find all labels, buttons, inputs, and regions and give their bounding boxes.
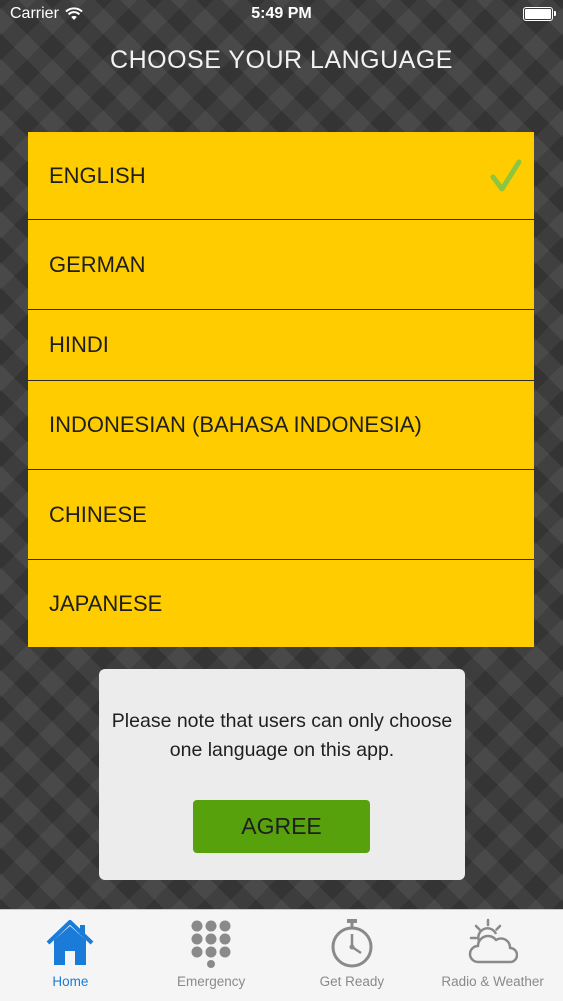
status-bar: Carrier 5:49 PM (0, 0, 563, 28)
language-item-japanese[interactable]: JAPANESE (28, 560, 534, 647)
tab-bar: Home Emergency Get Ready Radio & Weather (0, 909, 563, 1001)
language-list: ENGLISH GERMAN HINDI INDONESIAN (BAHASA … (28, 132, 534, 647)
dialog-message: Please note that users can only choose o… (111, 710, 453, 761)
tab-label: Home (52, 974, 89, 989)
status-time: 5:49 PM (251, 5, 312, 22)
wifi-icon (65, 7, 83, 20)
checkmark-icon (490, 159, 522, 191)
language-label: CHINESE (49, 501, 147, 527)
page-title: CHOOSE YOUR LANGUAGE (110, 46, 453, 74)
language-item-chinese[interactable]: CHINESE (28, 470, 534, 560)
language-item-german[interactable]: GERMAN (28, 220, 534, 310)
agree-button[interactable]: AGREE (193, 800, 370, 853)
keypad-icon (191, 920, 231, 968)
notice-dialog: Please note that users can only choose o… (99, 669, 465, 880)
language-label: INDONESIAN (BAHASA INDONESIA) (49, 412, 422, 437)
tab-get-ready[interactable]: Get Ready (282, 910, 422, 1001)
language-item-hindi[interactable]: HINDI (28, 310, 534, 381)
language-label: ENGLISH (49, 162, 146, 188)
tab-label: Emergency (176, 974, 246, 989)
stopwatch-icon (331, 919, 373, 968)
tab-label: Radio & Weather (441, 974, 544, 989)
tab-home[interactable]: Home (0, 910, 140, 1001)
tab-emergency[interactable]: Emergency (141, 910, 281, 1001)
battery-icon (523, 7, 556, 21)
language-label: GERMAN (49, 251, 146, 277)
home-icon (46, 920, 94, 965)
language-label: JAPANESE (49, 590, 163, 616)
language-item-english[interactable]: ENGLISH (28, 132, 534, 220)
language-label: HINDI (49, 332, 109, 357)
status-left: Carrier (10, 5, 83, 23)
tab-radio-weather[interactable]: Radio & Weather (423, 910, 563, 1001)
carrier-label: Carrier (10, 5, 59, 22)
tab-label: Get Ready (319, 974, 385, 989)
language-item-indonesian[interactable]: INDONESIAN (BAHASA INDONESIA) (28, 381, 534, 470)
weather-icon (468, 918, 518, 964)
